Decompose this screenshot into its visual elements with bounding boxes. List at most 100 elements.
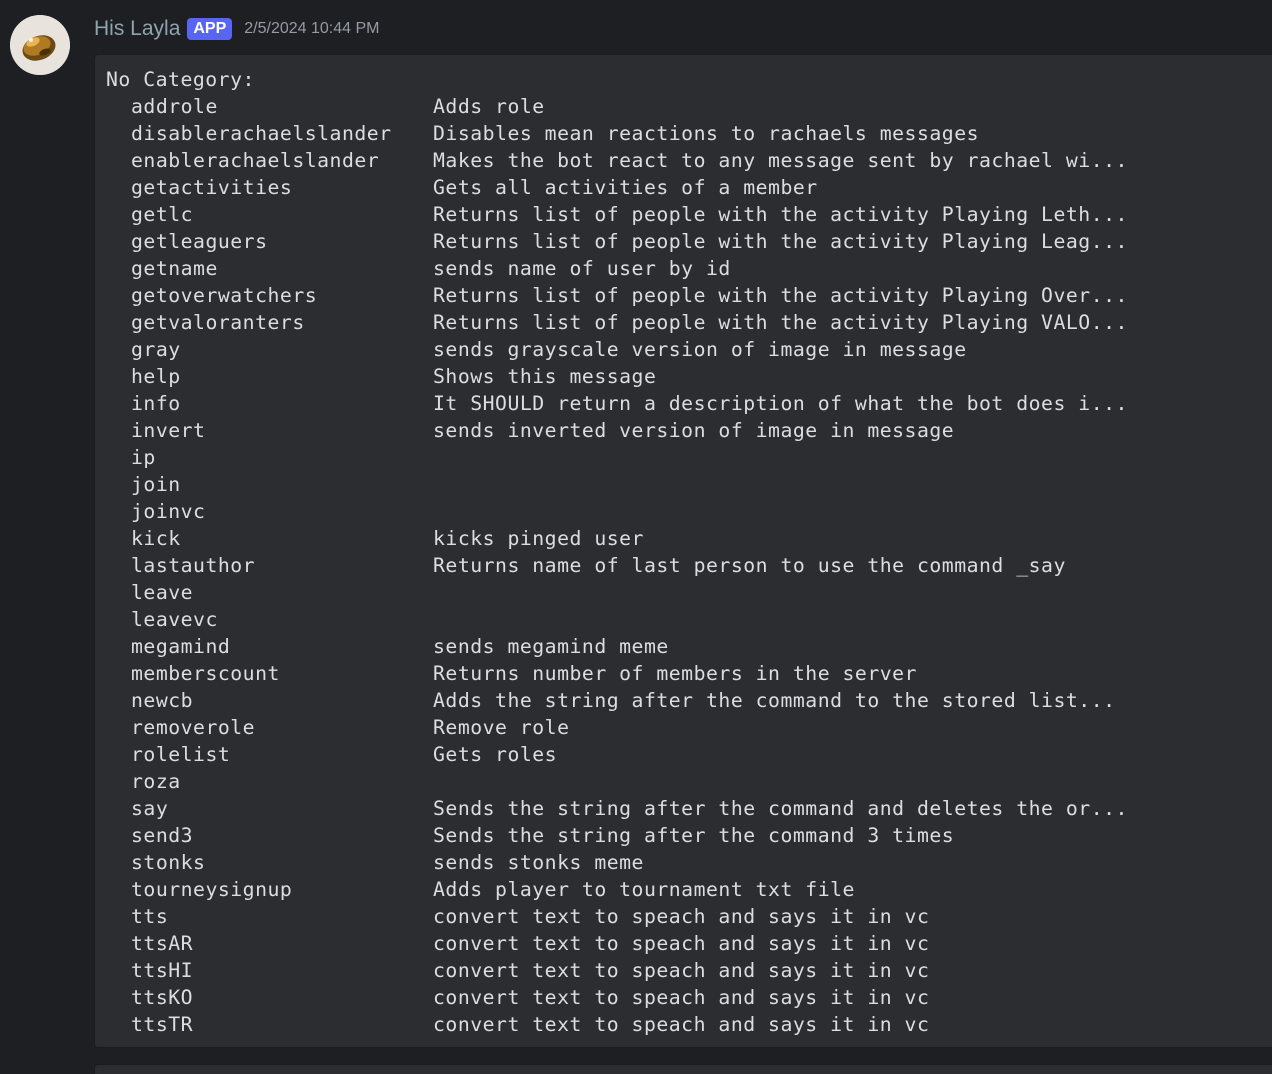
command-name: removerole (131, 716, 256, 739)
command-description: Returns list of people with the activity… (433, 311, 1128, 334)
command-name: enablerachaelslander (131, 149, 380, 172)
command-name: getname (131, 257, 218, 280)
command-name: getlc (131, 203, 194, 226)
command-row: kick kicks pinged user (106, 525, 1272, 552)
username[interactable]: His Layla (94, 17, 180, 41)
command-name: ttsTR (131, 1013, 194, 1036)
command-description: Sends the string after the command and d… (433, 797, 1128, 820)
command-description: sends stonks meme (433, 851, 644, 874)
command-row: getleaguers Returns list of people with t… (106, 228, 1272, 255)
command-row: joinvc (106, 498, 1272, 525)
command-row: join (106, 471, 1272, 498)
category-header: No Category: (106, 68, 255, 91)
command-name: ttsAR (131, 932, 194, 955)
command-name: leave (131, 581, 194, 604)
message-header: His Layla APP 2/5/2024 10:44 PM (94, 14, 380, 44)
command-name: tts (131, 905, 169, 928)
command-row: getactivities Gets all activities of a me… (106, 174, 1272, 201)
help-code-block: No Category: addrole Adds role disablerach… (94, 54, 1272, 1048)
command-description: convert text to speach and says it in vc (433, 986, 930, 1009)
command-name: ip (131, 446, 156, 469)
command-name: tourneysignup (131, 878, 293, 901)
command-description: kicks pinged user (433, 527, 644, 550)
command-row: removerole Remove role (106, 714, 1272, 741)
command-row: tourneysignup Adds player to tournament t… (106, 876, 1272, 903)
command-name: getvaloranters (131, 311, 305, 334)
command-row: leavevc (106, 606, 1272, 633)
command-description: sends grayscale version of image in mess… (433, 338, 967, 361)
command-row: ip (106, 444, 1272, 471)
command-row: gray sends grayscale version of image in … (106, 336, 1272, 363)
command-name: ttsKO (131, 986, 194, 1009)
command-row: rolelist Gets roles (106, 741, 1272, 768)
command-description: convert text to speach and says it in vc (433, 932, 930, 955)
command-name: roza (131, 770, 181, 793)
next-message-block (94, 1064, 1272, 1074)
command-description: Gets all activities of a member (433, 176, 818, 199)
command-description: Returns list of people with the activity… (433, 230, 1128, 253)
command-name: joinvc (131, 500, 206, 523)
command-row: leave (106, 579, 1272, 606)
command-row: ttsAR convert text to speach and says it … (106, 930, 1272, 957)
command-description: sends inverted version of image in messa… (433, 419, 955, 442)
command-description: Makes the bot react to any message sent … (433, 149, 1128, 172)
command-row: stonks sends stonks meme (106, 849, 1272, 876)
command-description: It SHOULD return a description of what t… (433, 392, 1128, 415)
command-name: ttsHI (131, 959, 194, 982)
app-badge: APP (187, 18, 233, 40)
command-row: invert sends inverted version of image in… (106, 417, 1272, 444)
command-description: sends megamind meme (433, 635, 669, 658)
command-row: info It SHOULD return a description of wh… (106, 390, 1272, 417)
command-row: memberscount Returns number of members in… (106, 660, 1272, 687)
command-description: Adds player to tournament txt file (433, 878, 855, 901)
command-row: ttsKO convert text to speach and says it … (106, 984, 1272, 1011)
command-row: getvaloranters Returns list of people wit… (106, 309, 1272, 336)
command-name: getactivities (131, 176, 293, 199)
command-description: Remove role (433, 716, 570, 739)
command-description: sends name of user by id (433, 257, 731, 280)
command-description: Returns name of last person to use the c… (433, 554, 1066, 577)
command-name: disablerachaelslander (131, 122, 392, 145)
command-name: send3 (131, 824, 194, 847)
command-description: Adds role (433, 95, 545, 118)
command-description: Sends the string after the command 3 tim… (433, 824, 955, 847)
bot-avatar-icon[interactable] (10, 15, 70, 75)
command-row: say Sends the string after the command an… (106, 795, 1272, 822)
command-list: addrole Adds role disablerachaelslander Dis… (106, 93, 1272, 1038)
command-name: getleaguers (131, 230, 268, 253)
command-description: convert text to speach and says it in vc (433, 1013, 930, 1036)
command-description: Adds the string after the command to the… (433, 689, 1116, 712)
command-row: ttsHI convert text to speach and says it … (106, 957, 1272, 984)
command-name: stonks (131, 851, 206, 874)
command-name: invert (131, 419, 206, 442)
command-row: enablerachaelslander Makes the bot react … (106, 147, 1272, 174)
command-row: help Shows this message (106, 363, 1272, 390)
command-description: convert text to speach and says it in vc (433, 959, 930, 982)
chat-message: His Layla APP 2/5/2024 10:44 PM No Categ… (0, 0, 1272, 1074)
command-row: getoverwatchers Returns list of people wi… (106, 282, 1272, 309)
command-row: ttsTR convert text to speach and says it … (106, 1011, 1272, 1038)
command-name: newcb (131, 689, 194, 712)
command-row: send3 Sends the string after the command … (106, 822, 1272, 849)
command-row: disablerachaelslander Disables mean react… (106, 120, 1272, 147)
timestamp[interactable]: 2/5/2024 10:44 PM (244, 20, 379, 38)
command-description: convert text to speach and says it in vc (433, 905, 930, 928)
command-name: addrole (131, 95, 218, 118)
command-description: Returns number of members in the server (433, 662, 917, 685)
command-name: info (131, 392, 181, 415)
command-row: lastauthor Returns name of last person to… (106, 552, 1272, 579)
command-description: Returns list of people with the activity… (433, 284, 1128, 307)
command-name: join (131, 473, 181, 496)
command-name: help (131, 365, 181, 388)
command-description: Returns list of people with the activity… (433, 203, 1128, 226)
command-row: tts convert text to speach and says it in… (106, 903, 1272, 930)
command-name: kick (131, 527, 181, 550)
command-description: Disables mean reactions to rachaels mess… (433, 122, 980, 145)
command-name: megamind (131, 635, 231, 658)
command-name: say (131, 797, 169, 820)
avatar-image (10, 15, 70, 75)
command-description: Gets roles (433, 743, 558, 766)
command-name: rolelist (131, 743, 231, 766)
command-name: memberscount (131, 662, 280, 685)
command-name: leavevc (131, 608, 218, 631)
